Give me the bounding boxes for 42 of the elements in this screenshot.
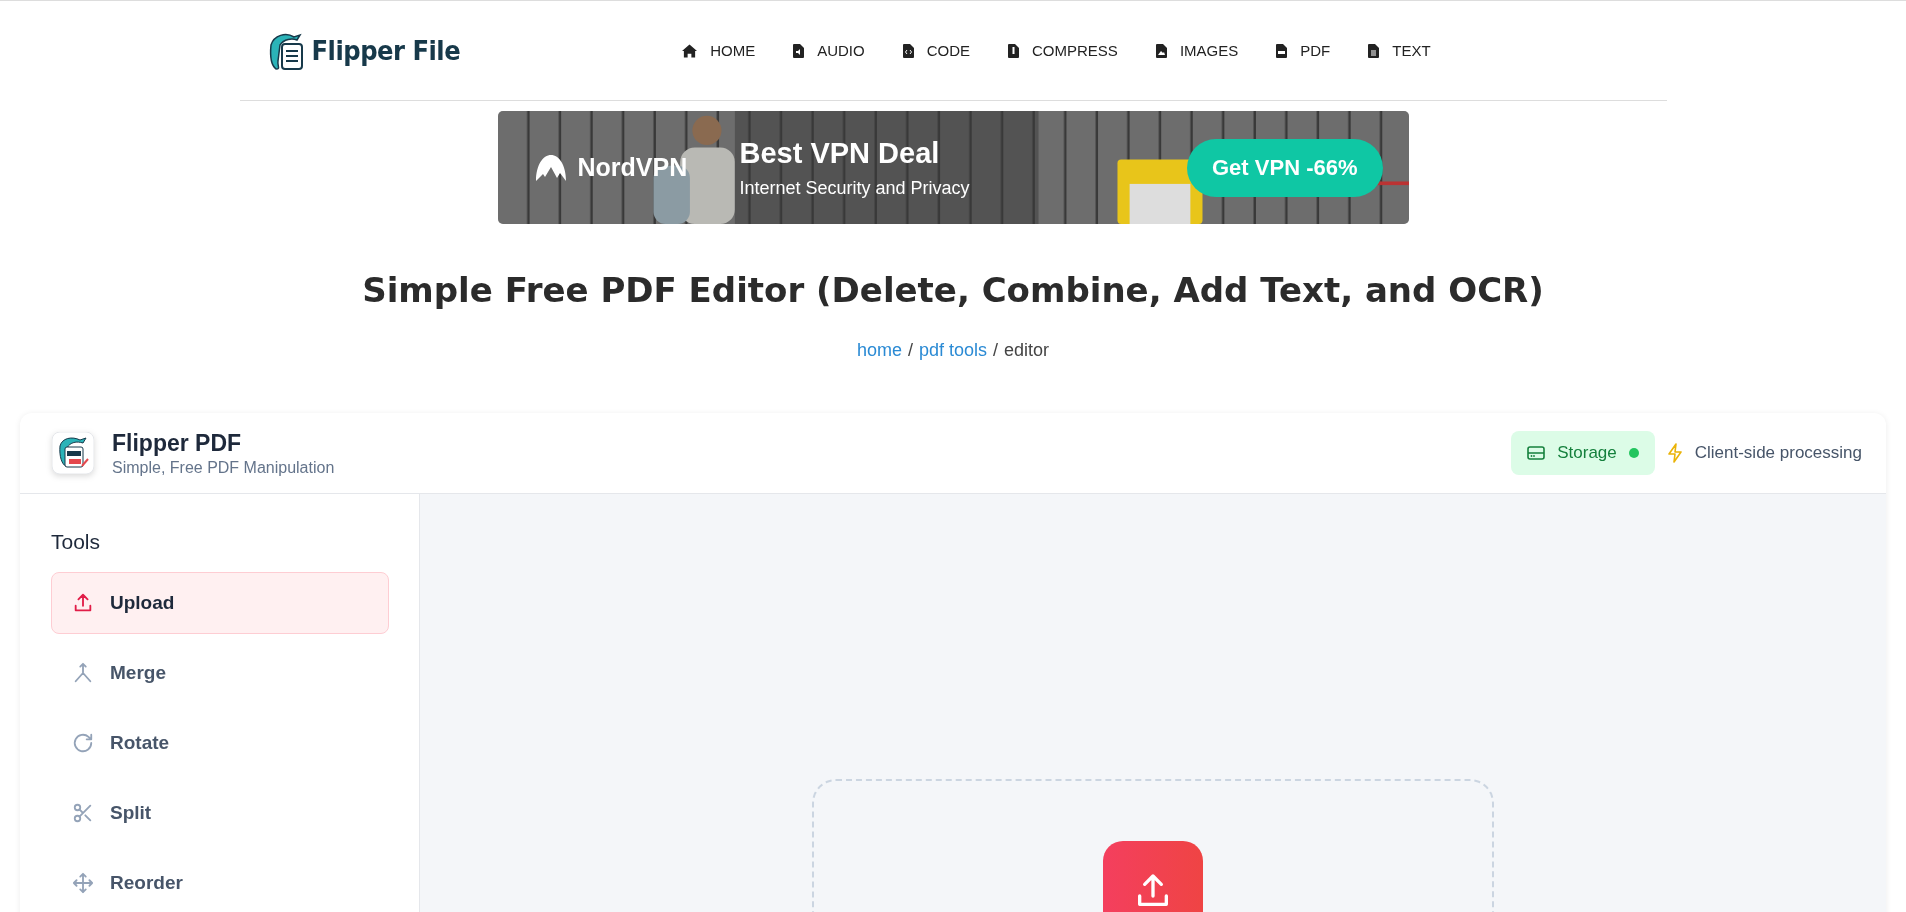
- nav-link[interactable]: IMAGES: [1155, 42, 1239, 59]
- breadcrumb-link[interactable]: pdf tools: [918, 340, 987, 361]
- ad-subline: Internet Security and Privacy: [739, 177, 970, 199]
- vpn-ad-banner[interactable]: NordVPN Best VPN Deal Internet Security and Privacy Get VPN -66%: [497, 111, 1409, 224]
- nav-link[interactable]: AUDIO: [793, 42, 865, 59]
- file-icon: [902, 43, 914, 58]
- tool-item[interactable]: Rotate: [51, 712, 389, 774]
- tool-item[interactable]: Reorder: [51, 852, 389, 912]
- site-logo-text[interactable]: Flipper File: [311, 35, 461, 66]
- home-icon: [682, 43, 698, 58]
- scissors-icon: [72, 802, 94, 824]
- ad-brand-text: NordVPN: [577, 153, 688, 182]
- nav-link[interactable]: TEXT: [1368, 42, 1431, 59]
- file-icon: [1155, 43, 1167, 58]
- file-icon: [793, 43, 805, 58]
- lightning-icon: [1666, 443, 1683, 463]
- page-title: Simple Free PDF Editor (Delete, Combine, Add Text, and OCR): [361, 270, 1545, 310]
- file-icon: [1008, 43, 1019, 58]
- processing-label: Client-side processing: [1694, 443, 1862, 463]
- breadcrumb-separator: /: [993, 340, 999, 361]
- merge-icon: [72, 662, 94, 684]
- nav-link[interactable]: CODE: [902, 42, 970, 59]
- app-tagline: Simple, Free PDF Manipulation: [112, 458, 335, 477]
- nav-link[interactable]: COMPRESS: [1008, 42, 1118, 59]
- breadcrumb-current: editor: [1004, 340, 1050, 361]
- sidebar-title: Tools: [51, 530, 102, 554]
- nav-link[interactable]: HOME: [682, 42, 756, 59]
- upload-icon: [72, 592, 94, 614]
- nav-link[interactable]: PDF: [1276, 42, 1331, 59]
- app-name: Flipper PDF: [112, 429, 243, 457]
- tool-item[interactable]: Upload: [51, 572, 389, 634]
- file-icon: [1368, 43, 1380, 58]
- drive-icon: [1527, 446, 1546, 460]
- tool-item[interactable]: Merge: [51, 642, 389, 704]
- rotate-icon: [72, 732, 94, 754]
- ad-headline: Best VPN Deal: [739, 136, 941, 170]
- breadcrumb-separator: /: [907, 340, 913, 361]
- breadcrumb-link[interactable]: home: [856, 340, 902, 361]
- tool-item[interactable]: Split: [51, 782, 389, 844]
- file-icon: [1276, 43, 1288, 58]
- storage-badge[interactable]: Storage: [1511, 431, 1655, 475]
- move-icon: [72, 872, 94, 894]
